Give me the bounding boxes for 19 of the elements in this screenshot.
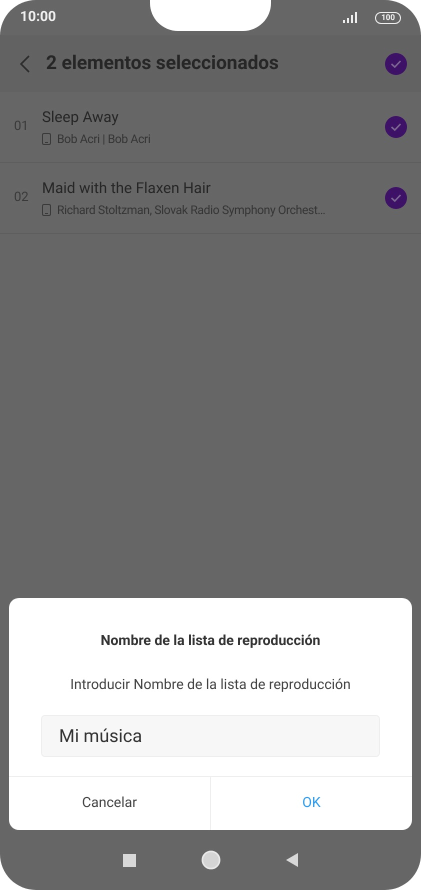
back-icon[interactable] — [20, 54, 30, 72]
checked-icon[interactable] — [385, 52, 407, 74]
checked-icon[interactable] — [385, 116, 407, 138]
cancel-button[interactable]: Cancelar — [9, 777, 210, 830]
recents-icon[interactable] — [123, 854, 136, 866]
signal-icon — [343, 12, 360, 23]
battery-icon: 100 — [375, 12, 401, 24]
status-time: 10:00 — [20, 8, 56, 27]
input-field[interactable]: Mi música — [41, 715, 380, 757]
checked-icon[interactable] — [385, 187, 407, 209]
phone-icon — [42, 204, 51, 216]
phone-icon — [42, 133, 51, 146]
home-icon[interactable] — [201, 850, 221, 870]
back-triangle-icon[interactable] — [286, 853, 298, 867]
dialog-message: Introducir Nombre de la lista de reproducción — [69, 676, 352, 695]
header-title: 2 elementos seleccionados — [46, 50, 280, 76]
dialog-title: Nombre de la lista de reproducción — [100, 632, 322, 651]
song-title: Maid with the Flaxen Hair — [42, 178, 212, 199]
song-title: Sleep Away — [42, 106, 120, 128]
